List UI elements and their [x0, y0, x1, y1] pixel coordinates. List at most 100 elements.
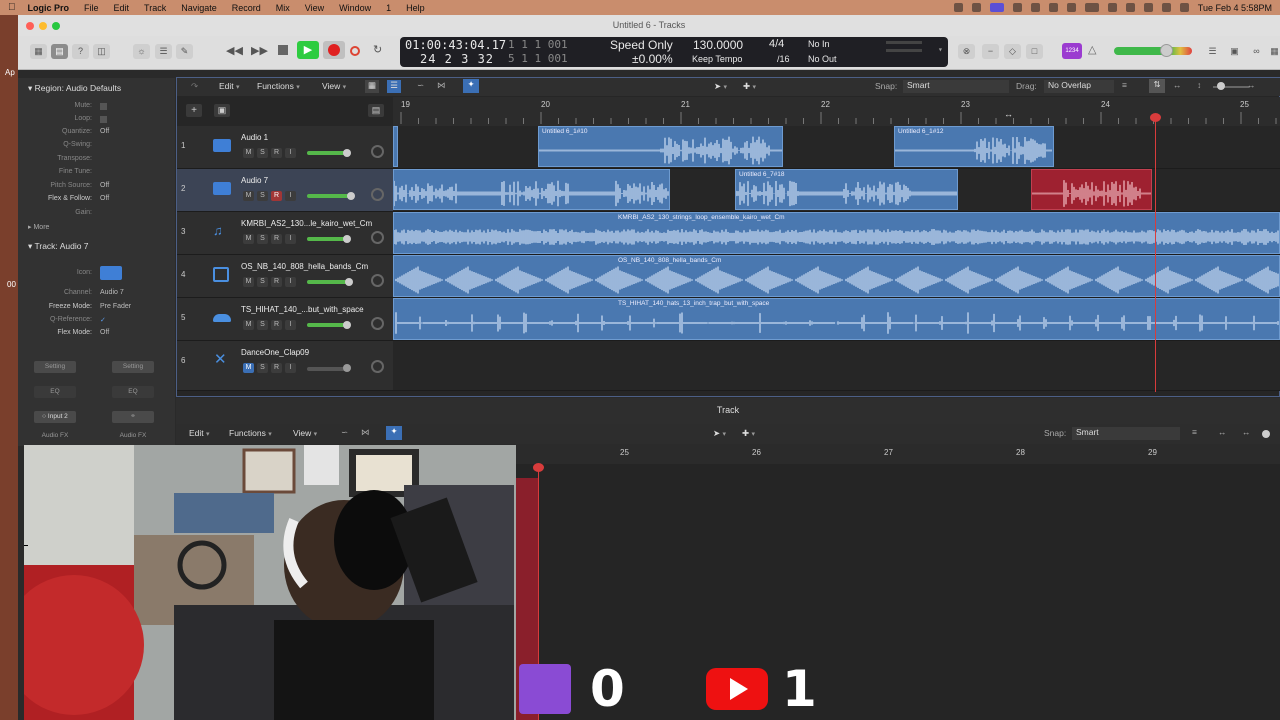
- menu-file[interactable]: File: [84, 3, 99, 13]
- catch-icon[interactable]: ✦: [386, 426, 402, 440]
- mute-button[interactable]: M: [243, 191, 254, 201]
- eq-button[interactable]: EQ: [34, 386, 76, 398]
- record-button-bg[interactable]: [323, 41, 345, 59]
- track-lane-2[interactable]: Untitled 6_7#18: [393, 169, 1280, 212]
- close-button[interactable]: [26, 22, 34, 30]
- loop-checkbox[interactable]: [100, 116, 107, 123]
- audio-track-editor[interactable]: [515, 464, 1280, 720]
- pan-knob[interactable]: [371, 317, 384, 330]
- audio-fx-label[interactable]: Audio FX: [34, 430, 76, 442]
- audio-region[interactable]: Untitled 6_1#12: [894, 126, 1054, 167]
- loop-browser-icon[interactable]: ∞: [1248, 44, 1265, 59]
- recording-region[interactable]: [1031, 169, 1152, 210]
- autopunch-button[interactable]: −: [982, 44, 999, 59]
- waveform-zoom-icon[interactable]: ≡: [1192, 427, 1197, 437]
- solo-button[interactable]: □: [1026, 44, 1043, 59]
- play-button[interactable]: ▶: [297, 41, 319, 59]
- editor-view-menu[interactable]: View ▾: [293, 428, 317, 438]
- track-header[interactable]: ▾ Track: Audio 7: [28, 241, 89, 252]
- solo-button[interactable]: S: [257, 363, 268, 373]
- row-value[interactable]: Off: [100, 329, 109, 336]
- track-name[interactable]: Audio 1: [241, 133, 268, 142]
- menu-1[interactable]: 1: [386, 3, 391, 13]
- editor-ruler[interactable]: [515, 444, 1280, 464]
- row-value[interactable]: Off: [100, 128, 109, 135]
- menu-track[interactable]: Track: [144, 3, 166, 13]
- count-in-badge[interactable]: 1234: [1062, 43, 1082, 59]
- setting-button[interactable]: Setting: [112, 361, 154, 373]
- menu-record[interactable]: Record: [232, 3, 261, 13]
- fader-knob[interactable]: [345, 278, 353, 286]
- input-button[interactable]: ○ Input 2: [34, 411, 76, 423]
- audio-region[interactable]: KMRBI_AS2_130_strings_loop_ensemble_kair…: [393, 212, 1280, 254]
- rewind-icon[interactable]: ◀◀: [226, 44, 243, 57]
- fader-knob[interactable]: [343, 235, 351, 243]
- editor-functions-menu[interactable]: Functions ▾: [229, 428, 272, 438]
- solo-button[interactable]: S: [257, 148, 268, 158]
- editor-secondary-tool[interactable]: ✚ ▾: [742, 428, 755, 439]
- waveform-zoom-icon[interactable]: ≡: [1122, 80, 1127, 90]
- replace-button[interactable]: ⊗: [958, 44, 975, 59]
- browser-icon[interactable]: ▦: [1266, 44, 1280, 59]
- track-header-6[interactable]: 6 ✕ DanceOne_Clap09 MSRI: [177, 341, 393, 391]
- fast-forward-icon[interactable]: ▶▶: [251, 44, 268, 57]
- input-monitor-button[interactable]: I: [285, 277, 296, 287]
- audio-region[interactable]: Untitled 6_7#18: [735, 169, 958, 210]
- input-monitor-button[interactable]: I: [285, 320, 296, 330]
- audio-region[interactable]: TS_HIHAT_140_hats_13_inch_trap_but_with_…: [393, 298, 1280, 340]
- solo-button[interactable]: S: [257, 320, 268, 330]
- track-header-4[interactable]: 4 OS_NB_140_808_hella_bands_Cm MSRI: [177, 255, 393, 298]
- more-disclosure[interactable]: ▸ More: [28, 223, 49, 231]
- eq-button[interactable]: EQ: [112, 386, 154, 398]
- notepad-icon[interactable]: ▣: [1226, 44, 1243, 59]
- master-volume-slider[interactable]: [1114, 47, 1192, 55]
- status-icon[interactable]: [1030, 3, 1040, 12]
- tuner-button[interactable]: ◇: [1004, 44, 1021, 59]
- duplicate-track-icon[interactable]: ▣: [214, 104, 230, 117]
- status-icon[interactable]: [1012, 3, 1022, 12]
- menu-app[interactable]: Logic Pro: [28, 3, 70, 13]
- menu-view[interactable]: View: [305, 3, 324, 13]
- lcd-display[interactable]: 01:00:43:04.17 1 1 1 001 24 2 3 32 5 1 1…: [400, 37, 948, 67]
- secondary-tool[interactable]: ✚ ▾: [743, 81, 756, 92]
- status-icon[interactable]: [971, 3, 981, 12]
- record-enable-button[interactable]: R: [271, 320, 282, 330]
- record-enable-button[interactable]: R: [271, 363, 282, 373]
- drag-select[interactable]: No Overlap: [1044, 80, 1114, 93]
- audio-fx-label[interactable]: Audio FX: [112, 430, 154, 442]
- mute-button[interactable]: M: [243, 148, 254, 158]
- record-enable-button[interactable]: R: [271, 277, 282, 287]
- track-header-2[interactable]: 2 Audio 7 MSRI: [177, 169, 393, 212]
- list-editors-icon[interactable]: ☰: [1204, 44, 1221, 59]
- screen-record-icon[interactable]: [989, 3, 1004, 12]
- volume-fader[interactable]: [307, 367, 347, 371]
- battery-icon[interactable]: [1084, 3, 1099, 12]
- record-enable-button[interactable]: R: [271, 234, 282, 244]
- play-status-icon[interactable]: [1107, 3, 1117, 12]
- siri-icon[interactable]: [1179, 3, 1189, 12]
- cycle-icon[interactable]: ↻: [373, 43, 382, 56]
- toolbar-button[interactable]: ◫: [93, 44, 110, 59]
- audio-region[interactable]: [393, 169, 670, 210]
- solo-button[interactable]: S: [257, 234, 268, 244]
- status-icon[interactable]: [953, 3, 963, 12]
- setting-button[interactable]: Setting: [34, 361, 76, 373]
- pan-knob[interactable]: [371, 231, 384, 244]
- lcd-chevron-icon[interactable]: ▾: [938, 45, 943, 54]
- playhead-handle[interactable]: [1150, 113, 1161, 122]
- track-header-3[interactable]: 3 ♫ KMRBI_AS2_130...le_kairo_wet_Cm MSRI: [177, 212, 393, 255]
- pan-knob[interactable]: [371, 145, 384, 158]
- mute-button[interactable]: M: [243, 277, 254, 287]
- volume-fader[interactable]: [307, 237, 347, 241]
- global-tracks-icon[interactable]: ▤: [368, 104, 384, 117]
- region-header[interactable]: ▾ Region: Audio Defaults: [28, 83, 121, 94]
- menu-navigate[interactable]: Navigate: [181, 3, 217, 13]
- checkbox-check-icon[interactable]: ✓: [100, 316, 106, 324]
- functions-menu[interactable]: Functions ▾: [257, 81, 300, 91]
- status-icon[interactable]: [1048, 3, 1058, 12]
- menu-window[interactable]: Window: [339, 3, 371, 13]
- input-monitor-button[interactable]: I: [285, 234, 296, 244]
- input-monitor-button[interactable]: I: [285, 363, 296, 373]
- row-value[interactable]: Off: [100, 195, 109, 202]
- solo-button[interactable]: S: [257, 191, 268, 201]
